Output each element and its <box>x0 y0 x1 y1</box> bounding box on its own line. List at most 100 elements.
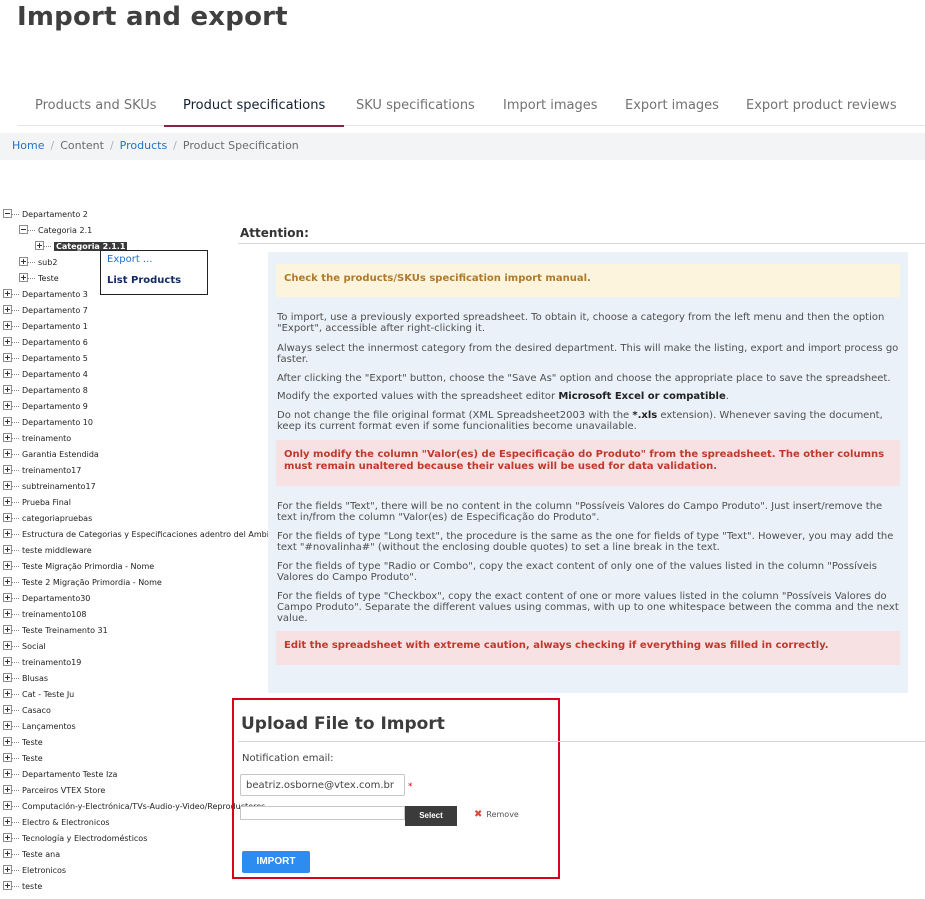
expand-icon[interactable] <box>3 657 12 666</box>
tree-node-label[interactable]: Departamento 3 <box>22 290 88 299</box>
tree-node-label[interactable]: categoriapruebas <box>22 514 92 523</box>
tree-node-label[interactable]: Tecnología y Electrodomésticos <box>22 834 147 843</box>
tree-node-label[interactable]: Categoria 2.1 <box>38 226 92 235</box>
tree-node-label[interactable]: subtreinamento17 <box>22 482 96 491</box>
tree-node[interactable]: Computación-y-Electrónica/TVs-Audio-y-Vi… <box>3 800 265 814</box>
tree-node[interactable]: Departamento 9 <box>3 400 88 414</box>
expand-icon[interactable] <box>3 417 12 426</box>
tab-import-images[interactable]: Import images <box>503 95 598 126</box>
tree-node-label[interactable]: teste <box>22 882 42 891</box>
tree-node-label[interactable]: Departamento 6 <box>22 338 88 347</box>
expand-icon[interactable] <box>3 353 12 362</box>
tree-node[interactable]: treinamento108 <box>3 608 86 622</box>
tree-node[interactable]: subtreinamento17 <box>3 480 96 494</box>
tree-node[interactable]: Teste Migração Primordia - Nome <box>3 560 154 574</box>
tree-node[interactable]: teste <box>3 880 42 894</box>
expand-icon[interactable] <box>3 529 12 538</box>
tree-node-label[interactable]: Teste Treinamento 31 <box>22 626 108 635</box>
tree-node-label[interactable]: Estructura de Categorias y Especificacio… <box>22 530 270 539</box>
tree-node[interactable]: Eletronicos <box>3 864 66 878</box>
expand-icon[interactable] <box>3 865 12 874</box>
expand-icon[interactable] <box>3 769 12 778</box>
tree-node[interactable]: Garantia Estendida <box>3 448 99 462</box>
expand-icon[interactable] <box>3 385 12 394</box>
expand-icon[interactable] <box>3 433 12 442</box>
tree-node[interactable]: Prueba Final <box>3 496 71 510</box>
tree-node-label[interactable]: Teste <box>22 754 43 763</box>
expand-icon[interactable] <box>3 705 12 714</box>
expand-icon[interactable] <box>3 577 12 586</box>
expand-icon[interactable] <box>19 257 28 266</box>
select-file-button[interactable]: Select <box>405 806 457 826</box>
file-path-field[interactable] <box>240 806 405 820</box>
tree-node[interactable]: Casaco <box>3 704 51 718</box>
tree-node-label[interactable]: Blusas <box>22 674 48 683</box>
tree-node[interactable]: treinamento <box>3 432 71 446</box>
tree-node[interactable]: treinamento19 <box>3 656 81 670</box>
expand-icon[interactable] <box>3 785 12 794</box>
tab-product-specifications[interactable]: Product specifications <box>163 95 345 127</box>
expand-icon[interactable] <box>3 401 12 410</box>
import-button[interactable]: IMPORT <box>242 851 310 873</box>
tree-node[interactable]: Departamento Teste Iza <box>3 768 117 782</box>
expand-icon[interactable] <box>3 593 12 602</box>
tree-node[interactable]: Teste <box>3 752 43 766</box>
tree-node[interactable]: Departamento 7 <box>3 304 88 318</box>
tree-node-label[interactable]: Eletronicos <box>22 866 66 875</box>
tree-node-label[interactable]: Teste ana <box>22 850 60 859</box>
tree-node[interactable]: Cat - Teste Ju <box>3 688 74 702</box>
expand-icon[interactable] <box>3 625 12 634</box>
expand-icon[interactable] <box>3 321 12 330</box>
tree-node-label[interactable]: Departamento Teste Iza <box>22 770 117 779</box>
expand-icon[interactable] <box>3 545 12 554</box>
tab-export-images[interactable]: Export images <box>625 95 719 126</box>
manual-notice-text[interactable]: Check the products/SKUs specification im… <box>284 273 591 284</box>
tree-node-label[interactable]: Parceiros VTEX Store <box>22 786 105 795</box>
tree-node-label[interactable]: Departamento 5 <box>22 354 88 363</box>
tree-node-label[interactable]: treinamento <box>22 434 71 443</box>
tree-node[interactable]: teste middleware <box>3 544 92 558</box>
expand-icon[interactable] <box>3 497 12 506</box>
tree-node-label[interactable]: Departamento 4 <box>22 370 88 379</box>
expand-icon[interactable] <box>3 561 12 570</box>
tree-node[interactable]: Teste ana <box>3 848 60 862</box>
expand-icon[interactable] <box>3 849 12 858</box>
expand-icon[interactable] <box>3 881 12 890</box>
tree-node-label[interactable]: Teste <box>22 738 43 747</box>
tree-node[interactable]: Parceiros VTEX Store <box>3 784 105 798</box>
tree-node-label[interactable]: Departamento 10 <box>22 418 93 427</box>
expand-icon[interactable] <box>3 449 12 458</box>
expand-icon[interactable] <box>3 305 12 314</box>
tree-node[interactable]: Departamento 4 <box>3 368 88 382</box>
tree-node-label[interactable]: Lançamentos <box>22 722 76 731</box>
collapse-icon[interactable] <box>19 225 28 234</box>
tree-node-label[interactable]: Departamento 7 <box>22 306 88 315</box>
expand-icon[interactable] <box>3 465 12 474</box>
context-menu-list-products[interactable]: List Products <box>107 275 181 286</box>
tree-node-label[interactable]: Teste <box>38 274 59 283</box>
collapse-icon[interactable] <box>3 209 12 218</box>
expand-icon[interactable] <box>3 721 12 730</box>
expand-icon[interactable] <box>3 753 12 762</box>
expand-icon[interactable] <box>3 481 12 490</box>
tree-node[interactable]: treinamento17 <box>3 464 81 478</box>
tree-node-label[interactable]: Computación-y-Electrónica/TVs-Audio-y-Vi… <box>22 802 265 811</box>
tree-node[interactable]: Teste Treinamento 31 <box>3 624 108 638</box>
tree-node[interactable]: Departamento 5 <box>3 352 88 366</box>
breadcrumb-products[interactable]: Products <box>120 139 168 152</box>
tree-node-label[interactable]: Departamento 1 <box>22 322 88 331</box>
expand-icon[interactable] <box>3 801 12 810</box>
context-menu-export[interactable]: Export ... <box>107 254 152 265</box>
tree-node-label[interactable]: Teste Migração Primordia - Nome <box>22 562 154 571</box>
tree-node-label[interactable]: Electro & Electronicos <box>22 818 110 827</box>
tree-node-label[interactable]: Departamento 2 <box>22 210 88 219</box>
tree-node-label[interactable]: treinamento108 <box>22 610 86 619</box>
tree-node[interactable]: Teste 2 Migração Primordia - Nome <box>3 576 162 590</box>
expand-icon[interactable] <box>3 833 12 842</box>
expand-icon[interactable] <box>3 369 12 378</box>
expand-icon[interactable] <box>3 337 12 346</box>
tree-node[interactable]: Estructura de Categorias y Especificacio… <box>3 528 270 542</box>
tree-node[interactable]: Electro & Electronicos <box>3 816 110 830</box>
tree-node[interactable]: Social <box>3 640 46 654</box>
expand-icon[interactable] <box>3 289 12 298</box>
